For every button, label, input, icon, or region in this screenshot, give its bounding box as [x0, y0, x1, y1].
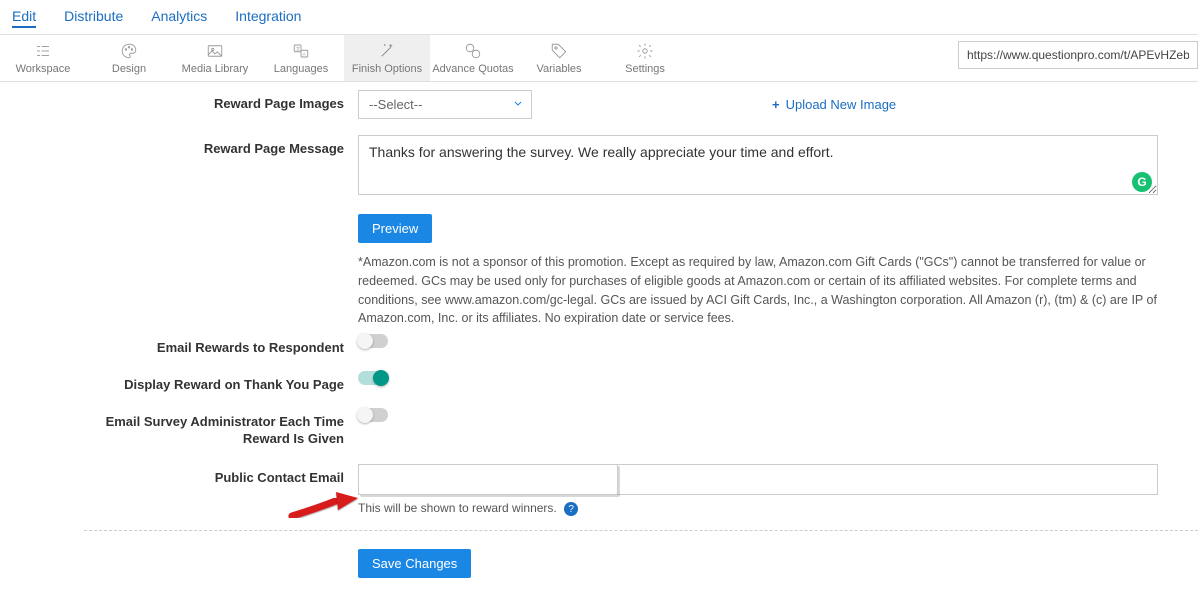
- tool-label: Workspace: [16, 63, 71, 75]
- email-admin-label: Email Survey Administrator Each Time Rew…: [84, 408, 358, 448]
- tool-label: Settings: [625, 63, 665, 75]
- public-contact-helper: This will be shown to reward winners. ?: [358, 501, 578, 517]
- image-icon: [204, 41, 226, 61]
- tool-settings[interactable]: Settings: [602, 35, 688, 81]
- nav-integration[interactable]: Integration: [235, 6, 301, 28]
- display-reward-label: Display Reward on Thank You Page: [84, 371, 358, 392]
- tool-languages[interactable]: 文A Languages: [258, 35, 344, 81]
- survey-url-input[interactable]: [958, 41, 1198, 69]
- toolbar: Workspace Design Media Library 文A Langua…: [0, 35, 1198, 82]
- amazon-disclaimer: *Amazon.com is not a sponsor of this pro…: [358, 253, 1178, 328]
- gear-icon: [634, 41, 656, 61]
- survey-url-box: [958, 41, 1198, 69]
- nav-analytics[interactable]: Analytics: [151, 6, 207, 28]
- reward-message-textarea[interactable]: [358, 135, 1158, 195]
- svg-text:A: A: [303, 52, 306, 57]
- quota-icon: [462, 41, 484, 61]
- grammarly-icon: G: [1132, 172, 1152, 192]
- email-rewards-toggle[interactable]: [358, 334, 388, 348]
- tool-finish-options[interactable]: Finish Options: [344, 35, 430, 81]
- svg-text:文: 文: [296, 45, 301, 52]
- nav-distribute[interactable]: Distribute: [64, 6, 123, 28]
- tool-advance-quotas[interactable]: Advance Quotas: [430, 35, 516, 81]
- tool-workspace[interactable]: Workspace: [0, 35, 86, 81]
- section-divider: [84, 530, 1198, 531]
- tool-label: Design: [112, 63, 146, 75]
- display-reward-toggle[interactable]: [358, 371, 388, 385]
- tool-media-library[interactable]: Media Library: [172, 35, 258, 81]
- wand-icon: [376, 41, 398, 61]
- tool-label: Languages: [274, 63, 328, 75]
- translate-icon: 文A: [290, 41, 312, 61]
- tool-label: Finish Options: [352, 63, 422, 75]
- tool-label: Variables: [536, 63, 581, 75]
- email-rewards-label: Email Rewards to Respondent: [84, 334, 358, 355]
- reward-message-label: Reward Page Message: [84, 135, 358, 156]
- tool-design[interactable]: Design: [86, 35, 172, 81]
- upload-image-link[interactable]: + Upload New Image: [772, 97, 896, 112]
- palette-icon: [118, 41, 140, 61]
- plus-icon: +: [772, 97, 780, 112]
- email-admin-toggle[interactable]: [358, 408, 388, 422]
- public-contact-input[interactable]: [358, 464, 618, 495]
- finish-options-form: Reward Page Images --Select-- + Upload N…: [84, 82, 1198, 578]
- upload-image-text: Upload New Image: [786, 97, 897, 112]
- tool-label: Advance Quotas: [432, 63, 513, 75]
- top-nav: Edit Distribute Analytics Integration: [0, 0, 1198, 35]
- reward-images-select[interactable]: --Select--: [358, 90, 532, 119]
- tool-label: Media Library: [182, 63, 249, 75]
- help-icon[interactable]: ?: [564, 502, 578, 516]
- nav-edit[interactable]: Edit: [12, 6, 36, 28]
- list-icon: [32, 41, 54, 61]
- preview-button[interactable]: Preview: [358, 214, 432, 243]
- save-changes-button[interactable]: Save Changes: [358, 549, 471, 578]
- tool-variables[interactable]: Variables: [516, 35, 602, 81]
- reward-images-label: Reward Page Images: [84, 90, 358, 111]
- public-contact-label: Public Contact Email: [84, 464, 358, 485]
- tag-icon: [548, 41, 570, 61]
